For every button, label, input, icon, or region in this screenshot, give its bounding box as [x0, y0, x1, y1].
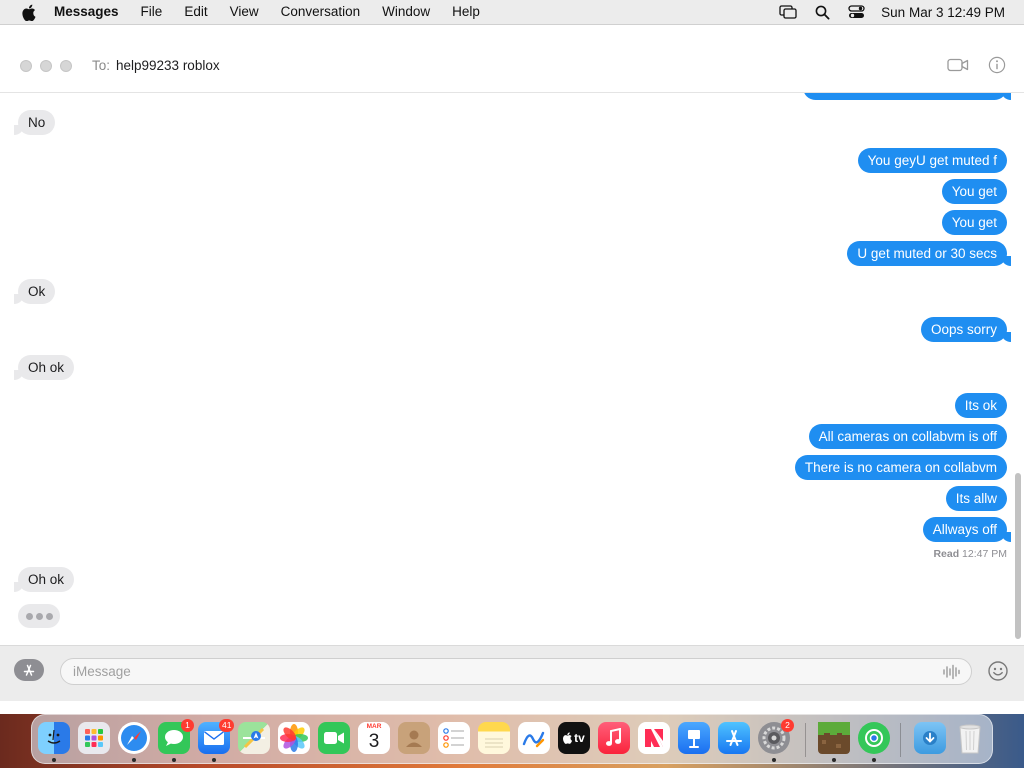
read-receipt: Read 12:47 PM: [933, 548, 1007, 560]
message-bubble-outgoing[interactable]: Oops sorry: [920, 317, 1012, 342]
notes-icon[interactable]: [478, 722, 510, 754]
facetime-icon[interactable]: [318, 722, 350, 754]
menu-window[interactable]: Window: [371, 0, 441, 24]
control-center-icon[interactable]: [845, 3, 867, 21]
menu-bar: Messages File Edit View Conversation Win…: [0, 0, 1024, 24]
messages-window: To: help99233 roblox No You geyU get mut…: [0, 24, 1024, 714]
message-bubble-incoming[interactable]: Ok: [13, 279, 56, 304]
contacts-icon[interactable]: [398, 722, 430, 754]
menu-file[interactable]: File: [130, 0, 174, 24]
reminders-icon[interactable]: [438, 722, 470, 754]
music-icon[interactable]: [598, 722, 630, 754]
keynote-icon[interactable]: [678, 722, 710, 754]
menu-help[interactable]: Help: [441, 0, 491, 24]
message-bubble-incoming[interactable]: Oh ok: [13, 567, 75, 592]
menu-view[interactable]: View: [219, 0, 270, 24]
message-bubble-outgoing[interactable]: Its allw: [945, 486, 1007, 511]
calendar-month: MAR: [358, 722, 390, 731]
find-my-icon[interactable]: [858, 722, 890, 754]
running-indicator: [172, 758, 176, 762]
photos-icon[interactable]: [278, 722, 310, 754]
running-indicator: [132, 758, 136, 762]
tv-label: tv: [574, 731, 585, 745]
audio-message-icon[interactable]: [942, 664, 962, 680]
calendar-icon[interactable]: MAR 3: [358, 722, 390, 754]
message-bubble-outgoing[interactable]: You get: [941, 179, 1007, 204]
read-receipt-time: 12:47 PM: [962, 548, 1007, 560]
to-label: To:: [92, 58, 111, 73]
running-indicator: [832, 758, 836, 762]
apps-icon: [23, 664, 35, 676]
message-bubble-outgoing[interactable]: Allways off: [922, 517, 1012, 542]
running-indicator: [212, 758, 216, 762]
messages-badge: 1: [181, 719, 194, 732]
typing-indicator: [18, 604, 60, 628]
mail-badge: 41: [219, 719, 235, 732]
news-icon[interactable]: [638, 722, 670, 754]
menu-app-name[interactable]: Messages: [52, 0, 130, 24]
running-indicator: [872, 758, 876, 762]
minimize-window-button[interactable]: [40, 60, 52, 72]
running-indicator: [52, 758, 56, 762]
app-store-icon[interactable]: [718, 722, 750, 754]
downloads-folder-icon[interactable]: [914, 722, 946, 754]
conversation-header: To: help99233 roblox: [0, 39, 1024, 93]
typing-dot: [45, 612, 53, 620]
info-icon[interactable]: [986, 56, 1008, 74]
message-bubble-incoming[interactable]: No: [13, 110, 56, 135]
message-bubble-outgoing[interactable]: U get muted or 30 secs: [847, 241, 1011, 266]
menu-clock[interactable]: Sun Mar 3 12:49 PM: [881, 5, 1005, 20]
freeform-icon[interactable]: [518, 722, 550, 754]
search-icon[interactable]: [811, 3, 833, 21]
message-bubble-outgoing[interactable]: You get: [941, 210, 1007, 235]
imessage-input[interactable]: [60, 658, 972, 685]
typing-dot: [25, 612, 33, 620]
recipient-name[interactable]: help99233 roblox: [116, 58, 220, 73]
safari-icon[interactable]: [118, 722, 150, 754]
transcript-scrollbar[interactable]: [1015, 473, 1021, 639]
dock-separator: [900, 723, 901, 757]
dock: 1 41 MAR 3 tv 2: [31, 714, 993, 764]
maps-icon[interactable]: [238, 722, 270, 754]
message-bubble-outgoing[interactable]: Its ok: [954, 393, 1007, 418]
message-bubble-outgoing[interactable]: All cameras on collabvm is off: [808, 424, 1007, 449]
app-store-apps-button[interactable]: [14, 659, 44, 681]
minecraft-icon[interactable]: [818, 722, 850, 754]
typing-dot: [35, 612, 43, 620]
dock-separator: [805, 723, 806, 757]
emoji-icon[interactable]: [987, 660, 1009, 682]
trash-icon[interactable]: [954, 722, 986, 754]
menu-edit[interactable]: Edit: [173, 0, 218, 24]
message-transcript[interactable]: No You geyU get muted f You get You get …: [0, 93, 1024, 645]
calendar-day: 3: [368, 731, 380, 752]
system-settings-badge: 2: [781, 719, 794, 732]
screen-mirroring-icon[interactable]: [777, 3, 799, 21]
apple-menu-icon[interactable]: [16, 0, 40, 24]
compose-bar: [0, 645, 1024, 701]
tv-icon[interactable]: tv: [558, 722, 590, 754]
launchpad-icon[interactable]: [78, 722, 110, 754]
running-indicator: [772, 758, 776, 762]
window-controls: [20, 60, 72, 72]
read-receipt-label: Read: [933, 548, 960, 560]
facetime-video-icon[interactable]: [947, 56, 969, 74]
message-bubble-outgoing-partial[interactable]: [803, 93, 1011, 100]
message-bubble-outgoing[interactable]: You geyU get muted f: [857, 148, 1007, 173]
message-bubble-outgoing[interactable]: There is no camera on collabvm: [794, 455, 1007, 480]
finder-icon[interactable]: [38, 722, 70, 754]
close-window-button[interactable]: [20, 60, 32, 72]
menu-conversation[interactable]: Conversation: [270, 0, 372, 24]
zoom-window-button[interactable]: [60, 60, 72, 72]
message-bubble-incoming[interactable]: Oh ok: [13, 355, 75, 380]
